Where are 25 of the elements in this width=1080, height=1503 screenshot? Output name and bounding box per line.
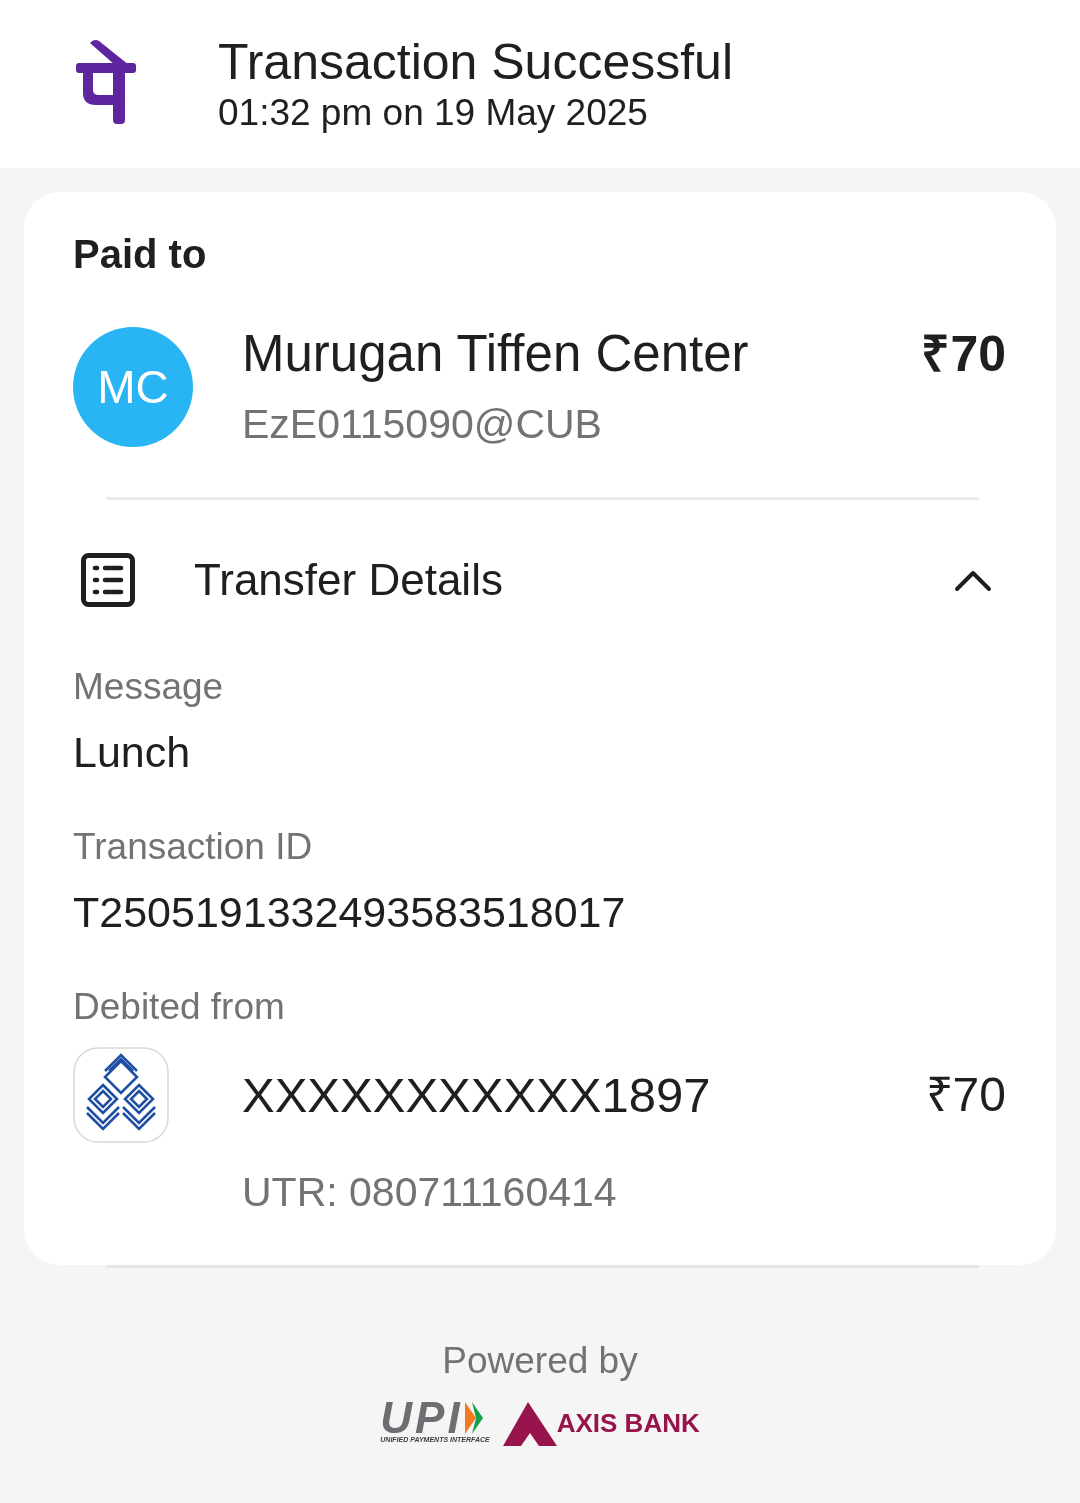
bank-logo-icon: [73, 1047, 169, 1143]
payee-name: Murugan Tiffen Center: [242, 327, 750, 381]
upi-wordmark: UPI: [380, 1402, 463, 1434]
list-icon: [81, 553, 135, 607]
field-label: Transaction ID: [73, 825, 314, 869]
amount: ₹70: [921, 327, 1006, 381]
field-label: Message: [73, 665, 225, 709]
field-value: Lunch: [73, 727, 192, 777]
app-logo-icon: [76, 38, 136, 124]
timestamp: 01:32 pm on 19 May 2025: [218, 91, 649, 135]
section-heading: Paid to: [73, 232, 208, 276]
chevron-up-icon[interactable]: [954, 568, 992, 592]
account-number: XXXXXXXXXXX1897: [242, 1067, 711, 1123]
arrow-icon: [464, 1402, 483, 1434]
triangle-logo-icon: [502, 1402, 557, 1446]
payee-upi-id: EzE0115090@CUB: [242, 400, 603, 449]
field-value: T2505191332493583518017: [73, 887, 627, 937]
section-title: Transfer Details: [194, 555, 503, 605]
field-label: Debited from: [73, 985, 286, 1029]
page-title: Transaction Successful: [218, 33, 734, 91]
amount: ₹70: [925, 1067, 1006, 1123]
bank-wordmark: AXIS BANK: [556, 1408, 700, 1438]
avatar: MC: [73, 327, 193, 447]
utr-number: UTR: 080711160414: [242, 1168, 618, 1217]
powered-by-text: Powered by: [441, 1339, 639, 1383]
